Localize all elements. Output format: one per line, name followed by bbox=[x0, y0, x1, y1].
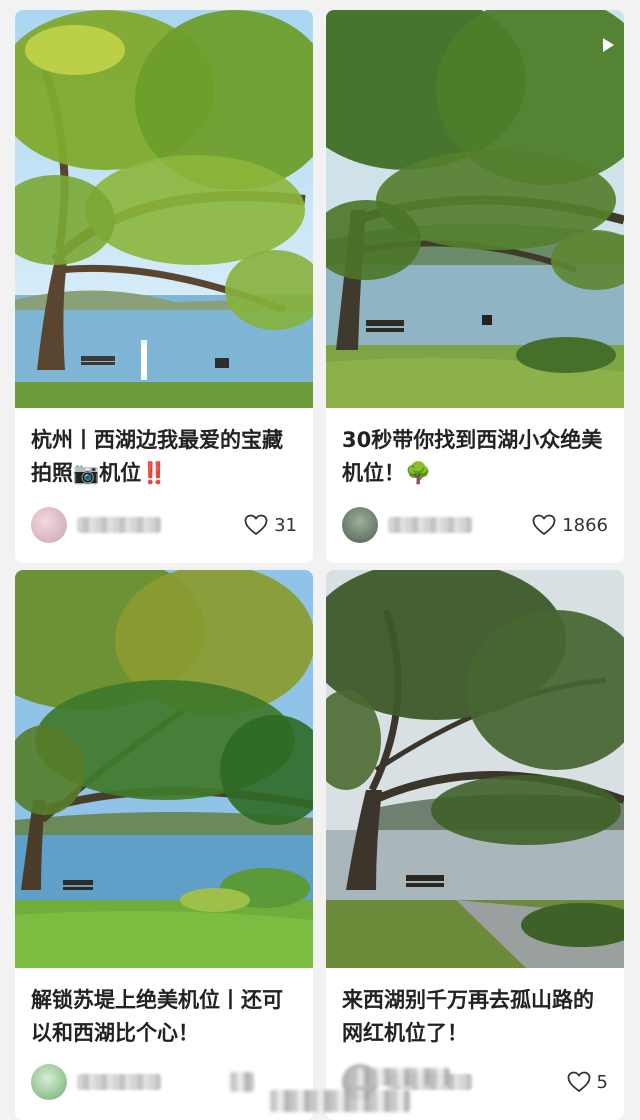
author-avatar[interactable] bbox=[31, 507, 67, 543]
post-title[interactable]: 30秒带你找到西湖小众绝美机位！🌳 bbox=[326, 408, 624, 500]
post-title[interactable]: 杭州丨西湖边我最爱的宝藏拍照📷机位‼️ bbox=[15, 408, 313, 500]
like-button[interactable]: 1866 bbox=[532, 514, 608, 536]
post-card[interactable]: 解锁苏堤上绝美机位丨还可以和西湖比个心！ bbox=[15, 570, 313, 1120]
post-meta: 5 bbox=[326, 1062, 624, 1102]
post-feed: 杭州丨西湖边我最爱的宝藏拍照📷机位‼️ 31 30秒带你找到西湖小众绝美机位！🌳… bbox=[0, 0, 640, 1120]
post-meta: 1866 bbox=[326, 505, 624, 545]
post-meta: 31 bbox=[15, 505, 313, 545]
heart-outline-icon bbox=[244, 514, 268, 535]
lake-tree-photo bbox=[326, 570, 624, 968]
post-cover-image[interactable] bbox=[326, 570, 624, 968]
author-name-blurred[interactable] bbox=[77, 1074, 161, 1090]
post-card[interactable]: 来西湖别千万再去孤山路的网红机位了！ 5 bbox=[326, 570, 624, 1120]
post-card[interactable]: 杭州丨西湖边我最爱的宝藏拍照📷机位‼️ 31 bbox=[15, 10, 313, 563]
like-button[interactable]: 5 bbox=[567, 1071, 608, 1093]
heart-outline-icon bbox=[532, 514, 556, 535]
like-count: 5 bbox=[596, 1071, 608, 1093]
author-name-blurred[interactable] bbox=[388, 517, 472, 533]
post-cover-image[interactable] bbox=[15, 570, 313, 968]
author-avatar[interactable] bbox=[342, 1064, 378, 1100]
author-name-blurred[interactable] bbox=[77, 517, 161, 533]
lake-tree-photo bbox=[326, 10, 624, 408]
play-icon bbox=[603, 38, 614, 52]
like-count: 31 bbox=[274, 514, 297, 536]
post-cover-image[interactable] bbox=[326, 10, 624, 408]
lake-tree-photo bbox=[15, 10, 313, 408]
post-meta bbox=[15, 1062, 313, 1102]
heart-outline-icon bbox=[567, 1071, 590, 1092]
lake-tree-photo bbox=[15, 570, 313, 968]
post-card[interactable]: 30秒带你找到西湖小众绝美机位！🌳 1866 bbox=[326, 10, 624, 563]
post-cover-image[interactable] bbox=[15, 10, 313, 408]
post-title[interactable]: 解锁苏堤上绝美机位丨还可以和西湖比个心！ bbox=[15, 968, 313, 1060]
author-avatar[interactable] bbox=[31, 1064, 67, 1100]
author-name-blurred[interactable] bbox=[388, 1074, 472, 1090]
like-button[interactable]: 31 bbox=[244, 514, 297, 536]
post-title[interactable]: 来西湖别千万再去孤山路的网红机位了！ bbox=[326, 968, 624, 1060]
author-avatar[interactable] bbox=[342, 507, 378, 543]
like-count: 1866 bbox=[562, 514, 608, 536]
